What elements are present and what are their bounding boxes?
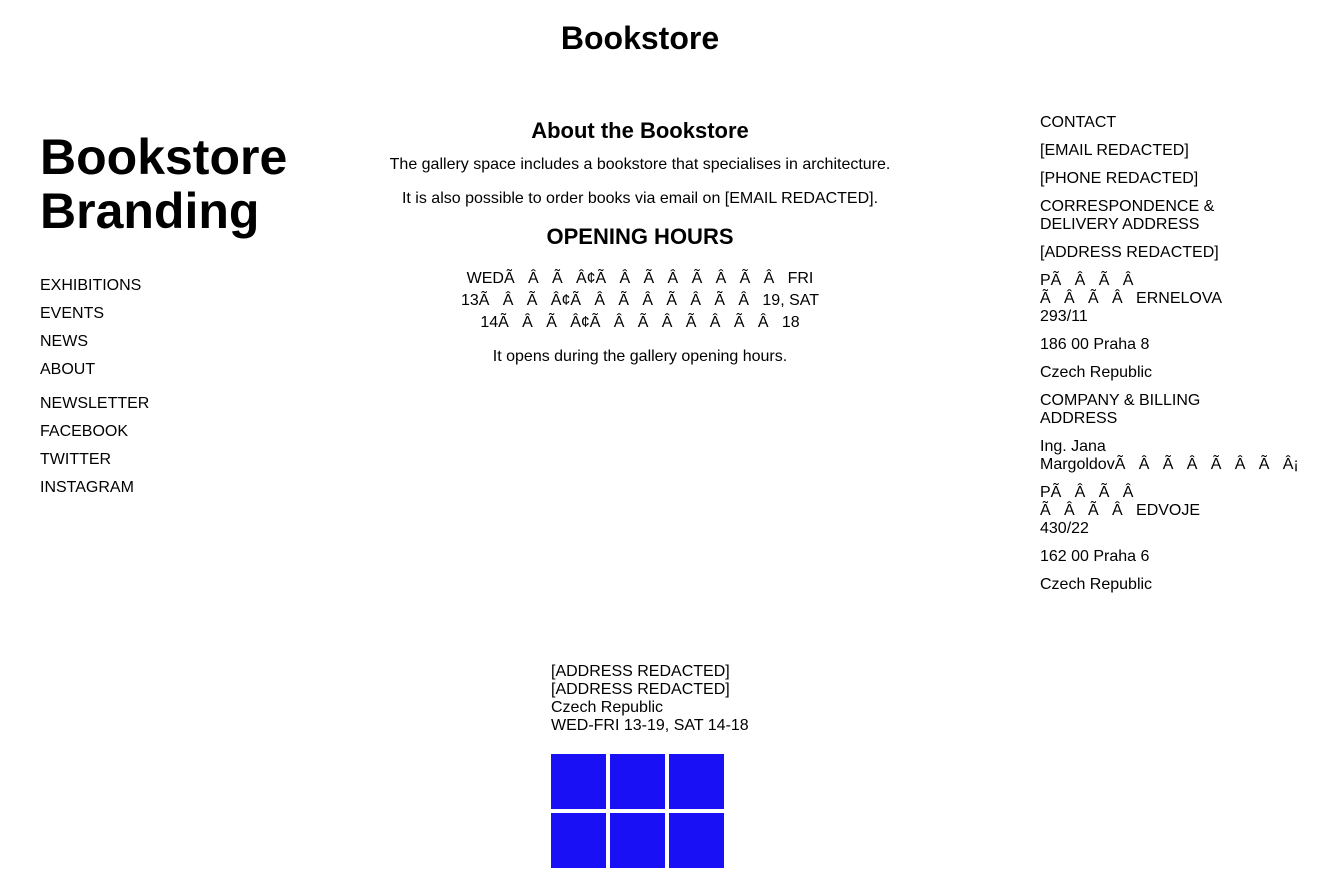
brand-logo[interactable]: Bookstore Branding xyxy=(40,130,287,238)
about-section: About the Bookstore The gallery space in… xyxy=(370,118,910,382)
about-text: The gallery space includes a bookstore t… xyxy=(389,156,891,173)
nav-events[interactable]: EVENTS xyxy=(40,300,149,328)
hours-title: OPENING HOURS xyxy=(546,224,734,249)
nav-facebook[interactable]: FACEBOOK xyxy=(40,418,149,446)
order-text: It is also possible to order books via e… xyxy=(401,190,879,207)
contact-email[interactable]: [EMAIL REDACTED] xyxy=(1040,142,1317,160)
footer-hours: WED-FRI 13-19, SAT 14-18 xyxy=(551,717,749,734)
main-nav: EXHIBITIONS EVENTS NEWS ABOUT NEWSLETTER… xyxy=(40,272,149,502)
brand-line: Branding xyxy=(40,183,260,239)
brand-line: Bookstore xyxy=(40,129,288,185)
blue-tile[interactable] xyxy=(610,754,665,809)
blue-tile[interactable] xyxy=(669,813,724,868)
correspondence-street: PÃ Â Ã Â Ã Â Ã Â ERNELOVA 293/11 xyxy=(1040,272,1222,325)
nav-about[interactable]: ABOUT xyxy=(40,356,149,384)
nav-newsletter[interactable]: NEWSLETTER xyxy=(40,390,149,418)
tile-grid xyxy=(551,754,724,868)
nav-news[interactable]: NEWS xyxy=(40,328,149,356)
correspondence-address: [ADDRESS REDACTED] xyxy=(1040,244,1219,261)
footer-country: Czech Republic xyxy=(551,699,664,716)
contact-section: CONTACT [EMAIL REDACTED] [PHONE REDACTED… xyxy=(1040,114,1317,604)
blue-tile[interactable] xyxy=(669,754,724,809)
billing-street: PÃ Â Ã Â Ã Â Ã Â EDVOJE 430/22 xyxy=(1040,484,1201,537)
footer-address: [ADDRESS REDACTED] xyxy=(551,681,730,698)
hours-note: It opens during the gallery opening hour… xyxy=(492,348,788,365)
about-title: About the Bookstore xyxy=(531,118,749,143)
hours-line: 13Ã Â Ã Â¢Ã Â Ã Â Ã Â Ã Â 19, SAT xyxy=(460,292,820,309)
footer: [ADDRESS REDACTED] [ADDRESS REDACTED] Cz… xyxy=(551,663,749,735)
billing-city: 162 00 Praha 6 xyxy=(1040,548,1150,565)
hours-line: 14Ã Â Ã Â¢Ã Â Ã Â Ã Â Ã Â 18 xyxy=(480,314,800,331)
hours-line: WEDÃ Â Ã Â¢Ã Â Ã Â Ã Â Ã Â FRI xyxy=(466,270,814,287)
opening-hours: WEDÃ Â Ã Â¢Ã Â Ã Â Ã Â Ã Â FRI 13Ã Â Ã Â… xyxy=(370,268,910,334)
footer-address: [ADDRESS REDACTED] xyxy=(551,663,730,680)
blue-tile[interactable] xyxy=(551,754,606,809)
contact-phone[interactable]: [PHONE REDACTED] xyxy=(1040,170,1317,188)
blue-tile[interactable] xyxy=(551,813,606,868)
site-title: Bookstore xyxy=(560,20,720,56)
nav-instagram[interactable]: INSTAGRAM xyxy=(40,474,149,502)
correspondence-heading: CORRESPONDENCE & DELIVERY ADDRESS xyxy=(1040,198,1215,233)
billing-name: Ing. Jana MargoldovÃ Â Ã Â Ã Â Ã Â¡ xyxy=(1040,438,1299,473)
billing-heading: COMPANY & BILLING ADDRESS xyxy=(1040,392,1201,427)
billing-country: Czech Republic xyxy=(1040,576,1153,593)
blue-tile[interactable] xyxy=(610,813,665,868)
correspondence-city: 186 00 Praha 8 xyxy=(1040,336,1150,353)
contact-heading: CONTACT xyxy=(1040,114,1117,131)
correspondence-country: Czech Republic xyxy=(1040,364,1153,381)
nav-twitter[interactable]: TWITTER xyxy=(40,446,149,474)
nav-exhibitions[interactable]: EXHIBITIONS xyxy=(40,272,149,300)
